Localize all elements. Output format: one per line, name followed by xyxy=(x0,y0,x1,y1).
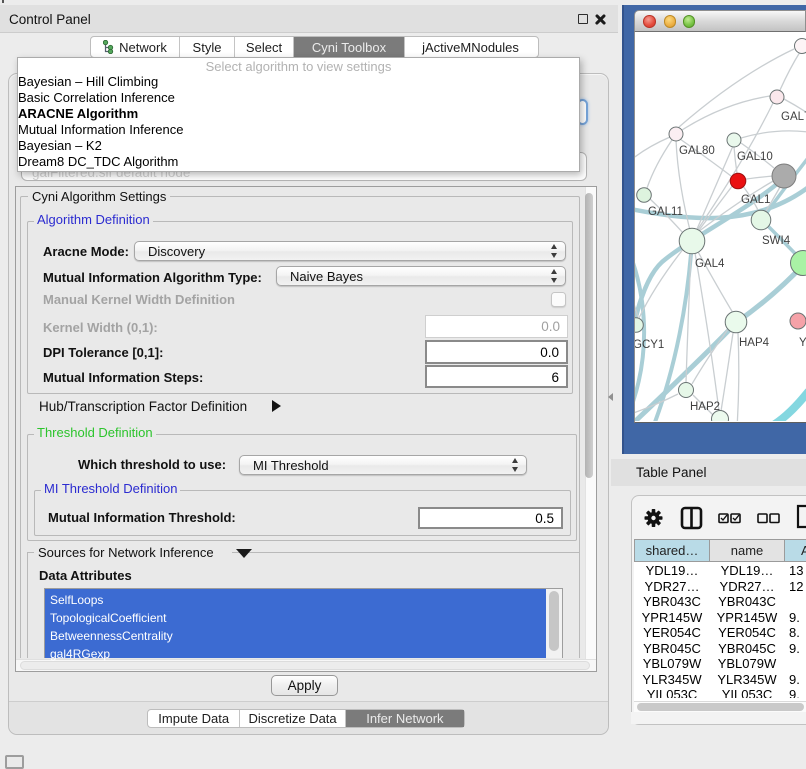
svg-text:SWI4: SWI4 xyxy=(762,235,791,247)
svg-text:GAL1: GAL1 xyxy=(741,194,770,206)
svg-text:GAL11: GAL11 xyxy=(648,206,683,218)
svg-text:HAP4: HAP4 xyxy=(739,337,770,349)
svg-text:GAL7: GAL7 xyxy=(781,111,806,123)
svg-text:HAP2: HAP2 xyxy=(690,401,720,413)
svg-text:GAL80: GAL80 xyxy=(679,145,715,157)
svg-text:YJ: YJ xyxy=(799,337,806,349)
svg-text:GAL10: GAL10 xyxy=(737,151,773,163)
svg-text:GCY1: GCY1 xyxy=(635,339,664,351)
svg-text:GAL4: GAL4 xyxy=(695,258,725,270)
